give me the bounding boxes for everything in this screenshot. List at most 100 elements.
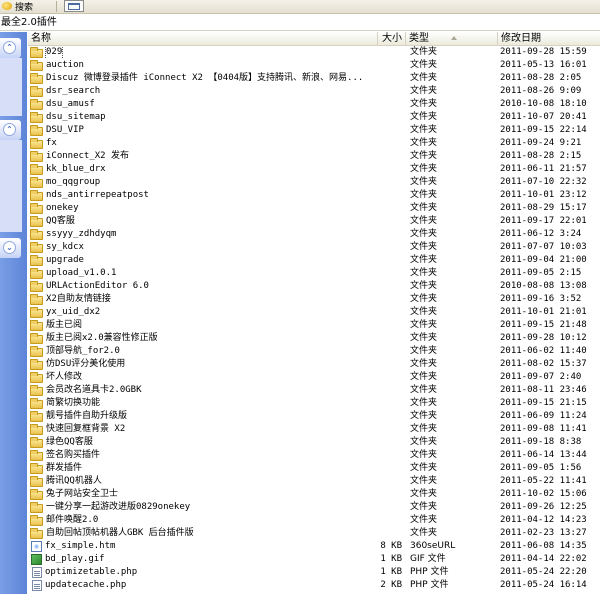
file-row[interactable]: iConnect_X2 发布 文件夹 2011-08-28 2:15 bbox=[28, 150, 600, 163]
file-name-cell: 快速回复框背景 X2 bbox=[30, 423, 378, 436]
file-row[interactable]: 仿DSU评分美化使用 文件夹 2011-08-02 15:37 bbox=[28, 358, 600, 371]
file-row[interactable]: optimizetable.php 1 KB PHP 文件 2011-05-24 22… bbox=[28, 566, 600, 579]
expand-chevron-icon[interactable]: ⌄ bbox=[3, 241, 16, 254]
file-type: 文件夹 bbox=[410, 73, 438, 83]
file-row[interactable]: onekey 文件夹 2011-08-29 15:17 bbox=[28, 202, 600, 215]
file-name: sy_kdcx bbox=[46, 242, 84, 252]
file-row[interactable]: ssyyy_zdhdyqm 文件夹 2011-06-12 3:24 bbox=[28, 228, 600, 241]
file-row[interactable]: updatecache.php 2 KB PHP 文件 2011-05-24 16:1… bbox=[28, 579, 600, 592]
task-section-header-2[interactable]: ⌃ bbox=[0, 120, 21, 140]
file-row[interactable]: 签名购买插件 文件夹 2011-06-14 13:44 bbox=[28, 449, 600, 462]
file-row[interactable]: 腾讯QQ机器人 文件夹 2011-05-22 11:41 bbox=[28, 475, 600, 488]
column-header-date[interactable]: 修改日期 bbox=[498, 32, 600, 46]
folder-icon bbox=[30, 384, 43, 396]
file-row[interactable]: sy_kdcx 文件夹 2011-07-07 10:03 bbox=[28, 241, 600, 254]
file-row[interactable]: yx_uid_dx2 文件夹 2011-10-01 21:01 bbox=[28, 306, 600, 319]
column-header-name[interactable]: 名称 bbox=[28, 32, 378, 46]
file-row[interactable]: mo_qqgroup 文件夹 2011-07-10 22:32 bbox=[28, 176, 600, 189]
file-name: 绿色QQ客服 bbox=[46, 437, 93, 447]
task-section-panel-2 bbox=[0, 140, 22, 232]
file-type: 文件夹 bbox=[410, 502, 438, 512]
folder-icon bbox=[30, 527, 43, 539]
file-row[interactable]: auction 文件夹 2011-05-13 16:01 bbox=[28, 59, 600, 72]
file-type: 文件夹 bbox=[410, 398, 438, 408]
file-date: 2011-06-08 14:35 bbox=[500, 541, 587, 551]
file-row[interactable]: 版主已阅x2.0兼容性修正版 文件夹 2011-09-28 10:12 bbox=[28, 332, 600, 345]
search-button[interactable]: 搜索 bbox=[0, 0, 52, 13]
file-date: 2011-10-02 15:06 bbox=[500, 489, 587, 499]
file-size bbox=[378, 202, 402, 215]
file-row[interactable]: 简繁切换功能 文件夹 2011-09-15 21:15 bbox=[28, 397, 600, 410]
file-row[interactable]: 029 文件夹 2011-09-28 15:59 bbox=[28, 46, 600, 59]
address-bar[interactable]: 最全2.0插件 bbox=[0, 15, 600, 31]
file-type: 文件夹 bbox=[410, 164, 438, 174]
file-row[interactable]: 绿色QQ客服 文件夹 2011-09-18 8:38 bbox=[28, 436, 600, 449]
file-name-cell: 顶部导航_for2.0 bbox=[30, 345, 378, 358]
file-date: 2011-08-02 15:37 bbox=[500, 359, 587, 369]
file-name: bd_play.gif bbox=[45, 554, 105, 564]
file-row[interactable]: 会员改名道具卡2.0GBK 文件夹 2011-08-11 23:46 bbox=[28, 384, 600, 397]
file-row[interactable]: 群发插件 文件夹 2011-09-05 1:56 bbox=[28, 462, 600, 475]
file-name-cell: auction bbox=[30, 59, 378, 72]
file-row[interactable]: 邮件唤醒2.0 文件夹 2011-04-12 14:23 bbox=[28, 514, 600, 527]
file-row[interactable]: 坏人修改 文件夹 2011-09-07 2:40 bbox=[28, 371, 600, 384]
file-size bbox=[378, 345, 402, 358]
file-row[interactable]: dsr_search 文件夹 2011-08-26 9:09 bbox=[28, 85, 600, 98]
file-row[interactable]: Discuz 微博登录插件 iConnect X2 【0404版】支持腾讯、新浪… bbox=[28, 72, 600, 85]
file-date: 2011-09-18 8:38 bbox=[500, 437, 582, 447]
file-row[interactable]: nds_antirrepeatpost 文件夹 2011-10-01 23:12 bbox=[28, 189, 600, 202]
collapse-chevron-icon[interactable]: ⌃ bbox=[3, 41, 16, 54]
file-size bbox=[378, 85, 402, 98]
file-row[interactable]: dsu_sitemap 文件夹 2011-10-07 20:41 bbox=[28, 111, 600, 124]
file-row[interactable]: QQ客服 文件夹 2011-09-17 22:01 bbox=[28, 215, 600, 228]
file-name-cell: iConnect_X2 发布 bbox=[30, 150, 378, 163]
file-name: 腾讯QQ机器人 bbox=[46, 476, 102, 486]
file-row[interactable]: upload_v1.0.1 文件夹 2011-09-05 2:15 bbox=[28, 267, 600, 280]
column-header-size[interactable]: 大小 bbox=[378, 32, 406, 46]
task-section-header-3[interactable]: ⌄ bbox=[0, 238, 21, 258]
file-name-cell: 群发插件 bbox=[30, 462, 378, 475]
file-row[interactable]: 兔子网站安全卫士 文件夹 2011-10-02 15:06 bbox=[28, 488, 600, 501]
file-name-cell: 仿DSU评分美化使用 bbox=[30, 358, 378, 371]
file-date: 2011-08-28 2:15 bbox=[500, 151, 582, 161]
file-row[interactable]: X2自助友情链接 文件夹 2011-09-16 3:52 bbox=[28, 293, 600, 306]
folder-icon bbox=[30, 137, 43, 149]
task-section-header-1[interactable]: ⌃ bbox=[0, 38, 21, 58]
file-row[interactable]: 快速回复框背景 X2 文件夹 2011-09-08 11:41 bbox=[28, 423, 600, 436]
file-date: 2011-09-07 2:40 bbox=[500, 372, 582, 382]
file-row[interactable]: 一键分享一起游改进版0829onekey 文件夹 2011-09-26 12:25 bbox=[28, 501, 600, 514]
column-header-type[interactable]: 类型 bbox=[406, 32, 498, 46]
file-type: GIF 文件 bbox=[410, 554, 446, 564]
file-row[interactable]: 自助回帖顶帖机器人GBK 后台插件版 文件夹 2011-02-23 13:27 bbox=[28, 527, 600, 540]
file-row[interactable]: fx 文件夹 2011-09-24 9:21 bbox=[28, 137, 600, 150]
file-date: 2011-09-15 21:15 bbox=[500, 398, 587, 408]
search-label: 搜索 bbox=[15, 2, 34, 13]
file-row[interactable]: DSU_VIP 文件夹 2011-09-15 22:14 bbox=[28, 124, 600, 137]
file-type: 文件夹 bbox=[410, 437, 438, 447]
file-row[interactable]: 版主已阅 文件夹 2011-09-15 21:48 bbox=[28, 319, 600, 332]
file-date: 2011-06-11 21:57 bbox=[500, 164, 587, 174]
file-date: 2011-09-05 1:56 bbox=[500, 463, 582, 473]
file-row[interactable]: URLActionEditor 6.0 文件夹 2010-08-08 13:08 bbox=[28, 280, 600, 293]
folder-icon bbox=[30, 163, 43, 175]
file-name-cell: 坏人修改 bbox=[30, 371, 378, 384]
file-row[interactable]: dsu_amusf 文件夹 2010-10-08 18:10 bbox=[28, 98, 600, 111]
file-row[interactable]: kk_blue_drx 文件夹 2011-06-11 21:57 bbox=[28, 163, 600, 176]
file-name-cell: 一键分享一起游改进版0829onekey bbox=[30, 501, 378, 514]
file-row[interactable]: 靓号插件自助升级版 文件夹 2011-06-09 11:24 bbox=[28, 410, 600, 423]
file-row[interactable]: bd_play.gif 1 KB GIF 文件 2011-04-14 22:02 bbox=[28, 553, 600, 566]
file-size: 2 KB bbox=[380, 580, 402, 590]
file-name-cell: fx_simple.htm bbox=[30, 540, 378, 553]
file-type: 文件夹 bbox=[410, 359, 438, 369]
file-name-cell: yx_uid_dx2 bbox=[30, 306, 378, 319]
file-name-cell: 029 bbox=[30, 46, 378, 59]
folder-icon bbox=[30, 72, 43, 84]
file-type: 文件夹 bbox=[410, 112, 438, 122]
view-button[interactable] bbox=[64, 0, 84, 12]
file-date: 2011-06-02 11:40 bbox=[500, 346, 587, 356]
file-name-cell: ssyyy_zdhdyqm bbox=[30, 228, 378, 241]
collapse-chevron-icon[interactable]: ⌃ bbox=[3, 123, 16, 136]
file-row[interactable]: upgrade 文件夹 2011-09-04 21:00 bbox=[28, 254, 600, 267]
file-row[interactable]: 顶部导航_for2.0 文件夹 2011-06-02 11:40 bbox=[28, 345, 600, 358]
file-row[interactable]: fx_simple.htm 8 KB 360seURL 2011-06-08 14:3… bbox=[28, 540, 600, 553]
